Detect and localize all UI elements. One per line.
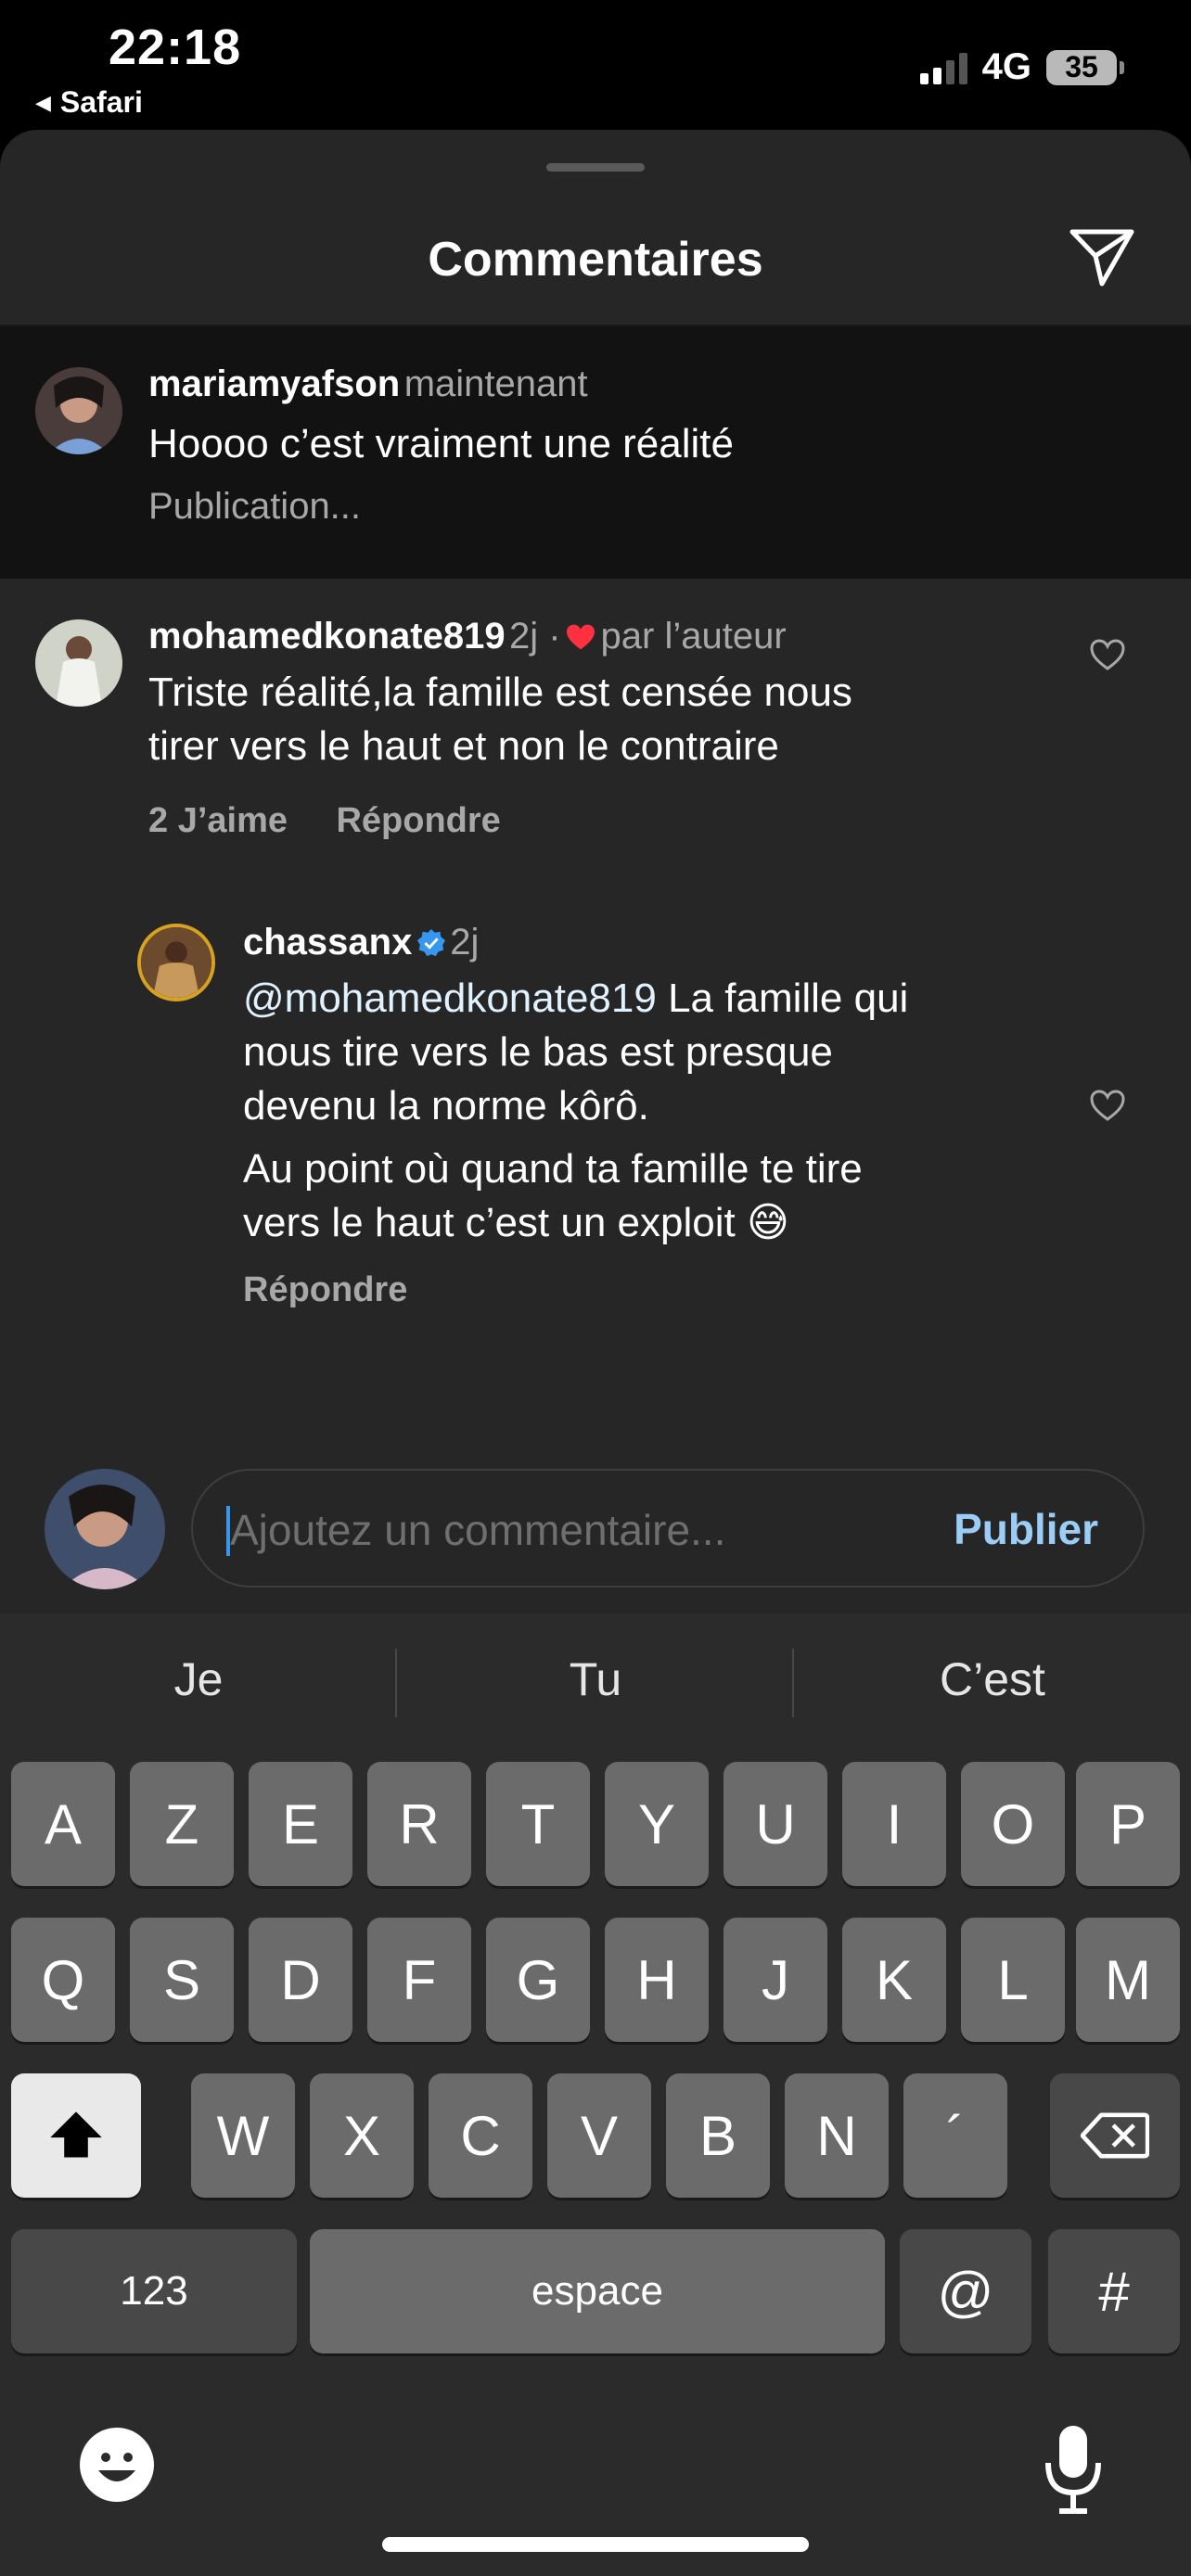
key[interactable]: O — [961, 1762, 1065, 1886]
key[interactable]: L — [961, 1918, 1065, 2042]
status-time: 22:18 — [109, 19, 242, 75]
sheet-title: Commentaires — [428, 233, 763, 287]
comment-username[interactable]: chassanx — [243, 922, 412, 963]
microphone-icon[interactable] — [1041, 2422, 1106, 2515]
backspace-icon — [1081, 2112, 1149, 2159]
key[interactable]: K — [842, 1918, 946, 2042]
liked-heart-icon — [567, 624, 596, 650]
cellular-signal-icon — [919, 51, 967, 84]
key[interactable]: Z — [130, 1762, 234, 1886]
comment-line: Triste réalité,la famille est censée nou… — [148, 670, 852, 715]
key[interactable]: H — [605, 1918, 709, 2042]
key[interactable]: G — [486, 1918, 590, 2042]
comments-sheet: Commentaires mariamyafson maintenant Hoo… — [0, 130, 1191, 1613]
comment-line: nous tire vers le bas est presque — [243, 1029, 833, 1075]
key[interactable]: E — [249, 1762, 352, 1886]
comment-time: 2j · — [509, 616, 561, 657]
battery-icon: 35 — [1046, 49, 1124, 85]
like-heart-icon[interactable] — [1089, 1089, 1126, 1122]
comment-time: maintenant — [403, 363, 588, 404]
paper-plane-icon[interactable] — [1067, 226, 1137, 287]
comment-composer: Ajoutez un commentaire... Publier — [0, 1456, 1191, 1613]
key[interactable]: U — [724, 1762, 827, 1886]
comment-line: devenu la norme kôrô. — [243, 1083, 649, 1129]
comment-line: La famille qui — [668, 976, 909, 1021]
hash-key[interactable]: # — [1048, 2229, 1180, 2353]
back-triangle-icon: ◀ — [35, 90, 51, 114]
comment-input-placeholder: Ajoutez un commentaire... — [230, 1506, 726, 1554]
suggestion-item[interactable]: Tu — [397, 1652, 794, 1706]
back-app-label: Safari — [59, 85, 143, 119]
reply-button[interactable]: Répondre — [336, 801, 500, 840]
key[interactable]: D — [249, 1918, 352, 2042]
emoji-keyboard-icon[interactable] — [78, 2426, 156, 2504]
key[interactable]: Y — [605, 1762, 709, 1886]
publish-button[interactable]: Publier — [954, 1504, 1098, 1554]
comment-line: Au point où quand ta famille te tire — [243, 1146, 863, 1192]
key[interactable]: W — [191, 2073, 295, 2198]
pending-comment: mariamyafson maintenant Hoooo c’est vrai… — [0, 326, 1191, 579]
comment-input[interactable]: Ajoutez un commentaire... Publier — [191, 1469, 1145, 1588]
key[interactable]: F — [367, 1918, 471, 2042]
comment-time: 2j — [450, 922, 480, 963]
verified-badge-icon — [416, 928, 445, 957]
status-indicators: 4G 35 — [919, 46, 1124, 88]
avatar[interactable] — [137, 924, 215, 1001]
back-to-safari-button[interactable]: ◀ Safari — [35, 85, 143, 120]
network-type: 4G — [981, 46, 1031, 87]
key[interactable]: I — [842, 1762, 946, 1886]
avatar[interactable] — [35, 367, 122, 454]
key[interactable]: Q — [11, 1918, 115, 2042]
keyboard: Je Tu C’est A Z E R T Y U I O P Q S D F … — [0, 1613, 1191, 2576]
likes-count[interactable]: 2 J’aime — [148, 801, 288, 840]
comment-text: @mohamedkonate819 La famille qui nous ti… — [243, 972, 908, 1250]
key[interactable]: X — [310, 2073, 414, 2198]
suggestion-item[interactable]: C’est — [794, 1652, 1191, 1706]
avatar[interactable] — [35, 619, 122, 707]
key[interactable]: T — [486, 1762, 590, 1886]
shift-arrow-icon — [50, 2111, 102, 2158]
reply-comment-item: chassanx 2j @mohamedkonate819 La famille… — [0, 885, 1191, 1310]
comment-username[interactable]: mohamedkonate819 — [148, 616, 506, 657]
key[interactable]: C — [429, 2073, 532, 2198]
sheet-grabber[interactable] — [546, 163, 645, 172]
key[interactable]: B — [666, 2073, 770, 2198]
comment-item: mohamedkonate819 2j · par l’auteur Trist… — [0, 579, 1191, 857]
key[interactable]: ´ — [903, 2073, 1007, 2198]
key[interactable]: N — [785, 2073, 889, 2198]
key[interactable]: S — [130, 1918, 234, 2042]
current-user-avatar — [45, 1469, 165, 1589]
comment-line: tirer vers le haut et non le contraire — [148, 723, 779, 769]
backspace-key[interactable] — [1050, 2073, 1180, 2198]
suggestion-item[interactable]: Je — [0, 1652, 397, 1706]
home-indicator[interactable] — [382, 2537, 809, 2552]
comment-text: Triste réalité,la famille est censée nou… — [148, 666, 852, 773]
liked-by-author: par l’auteur — [600, 616, 787, 657]
comment-line: vers le haut c’est un exploit 😅 — [243, 1200, 789, 1245]
posting-status: Publication... — [148, 486, 362, 527]
key[interactable]: P — [1076, 1762, 1180, 1886]
key[interactable]: A — [11, 1762, 115, 1886]
comment-username[interactable]: mariamyafson — [148, 363, 400, 404]
space-key[interactable]: espace — [310, 2229, 885, 2353]
like-heart-icon[interactable] — [1089, 638, 1126, 671]
predictive-suggestions: Je Tu C’est — [0, 1613, 1191, 1753]
reply-button[interactable]: Répondre — [243, 1270, 407, 1310]
at-key[interactable]: @ — [900, 2229, 1031, 2353]
key[interactable]: J — [724, 1918, 827, 2042]
mention-link[interactable]: @mohamedkonate819 — [243, 976, 657, 1021]
numbers-key[interactable]: 123 — [11, 2229, 297, 2353]
key[interactable]: M — [1076, 1918, 1180, 2042]
comment-text: Hoooo c’est vraiment une réalité — [148, 421, 734, 466]
shift-key[interactable] — [11, 2073, 141, 2198]
key[interactable]: R — [367, 1762, 471, 1886]
key[interactable]: V — [547, 2073, 651, 2198]
battery-level: 35 — [1065, 50, 1098, 83]
status-bar: 22:18 ◀ Safari 4G 35 — [0, 0, 1191, 130]
